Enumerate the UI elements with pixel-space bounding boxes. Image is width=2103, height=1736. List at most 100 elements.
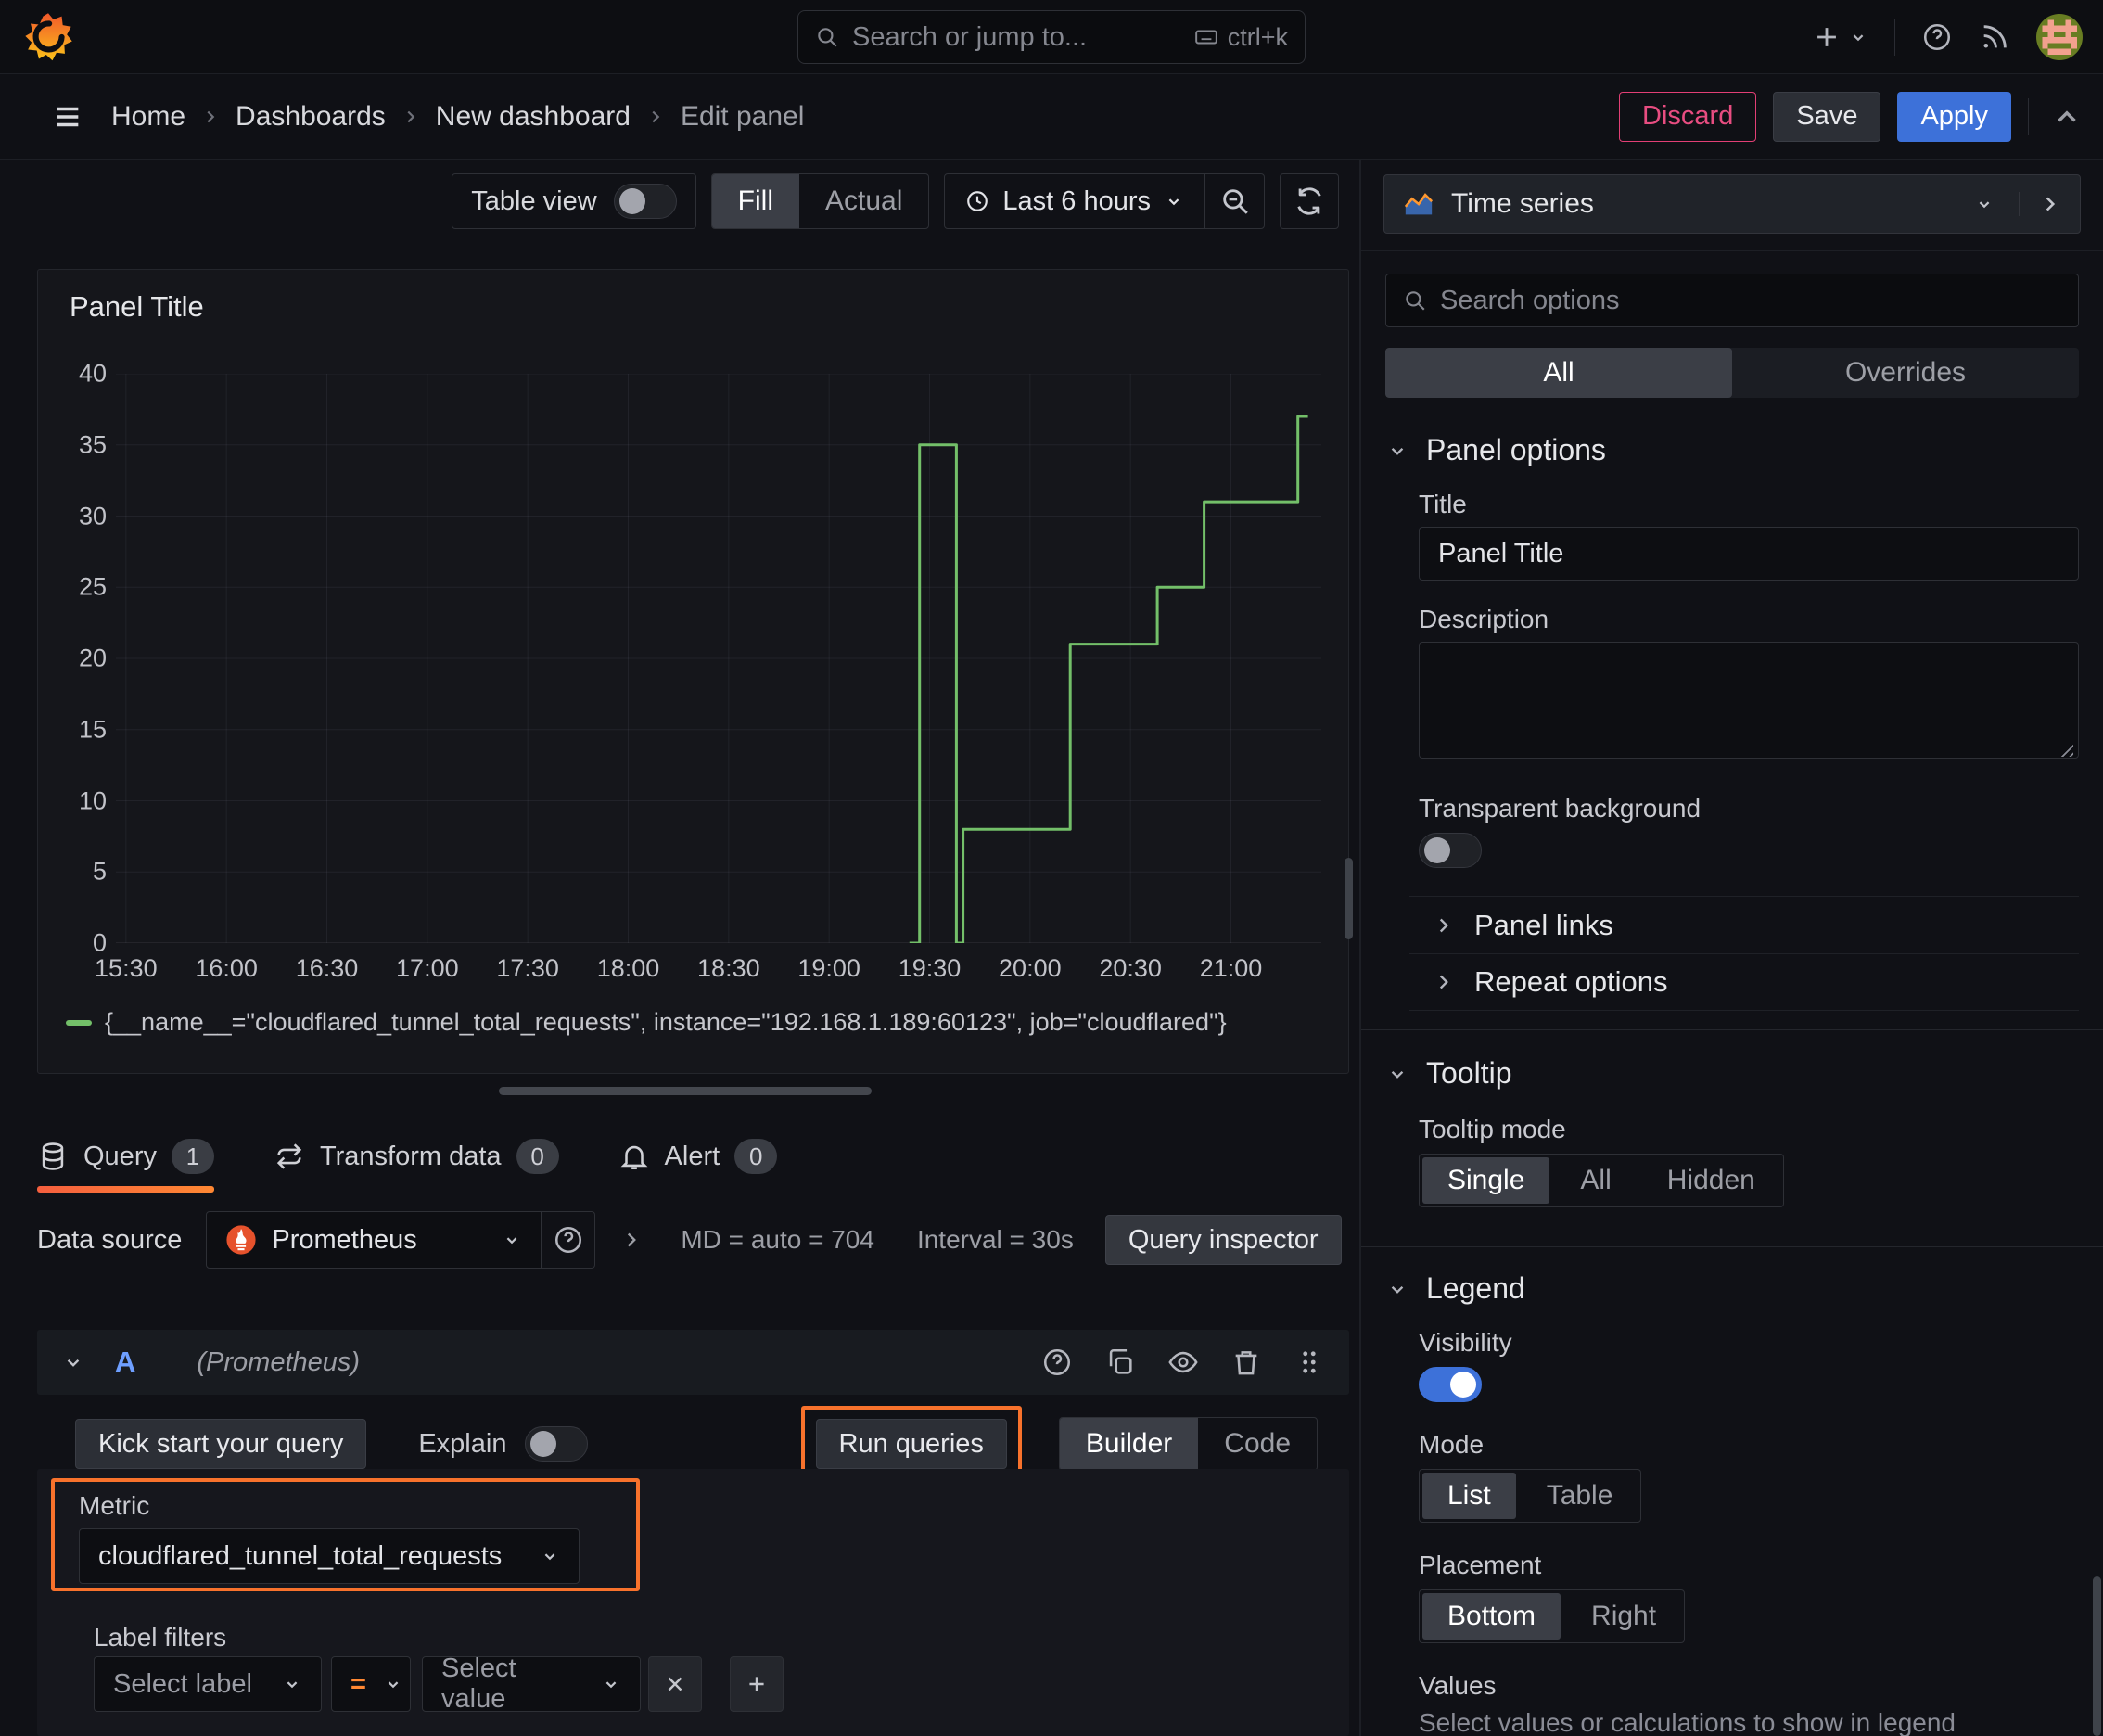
title-label: Title (1419, 490, 1467, 518)
legend-section-header[interactable]: Legend (1385, 1271, 2079, 1306)
breadcrumb-new-dashboard[interactable]: New dashboard (436, 101, 631, 133)
query-row-header[interactable]: A (Prometheus) (37, 1330, 1349, 1395)
panel-links-label: Panel links (1474, 908, 1613, 941)
panel-links-section[interactable]: Panel links (1409, 896, 2079, 953)
plot-area[interactable] (116, 374, 1321, 943)
help-icon[interactable] (1921, 21, 1953, 53)
tooltip-section-header[interactable]: Tooltip (1385, 1056, 2079, 1091)
run-queries-button[interactable]: Run queries (815, 1419, 1007, 1469)
legend-item[interactable]: {__name__="cloudflared_tunnel_total_requ… (66, 1008, 1227, 1037)
zoom-out-time-button[interactable] (1204, 174, 1264, 228)
y-tick-label: 5 (92, 857, 107, 886)
duplicate-query-icon[interactable] (1104, 1347, 1136, 1378)
legend-mode-table[interactable]: Table (1519, 1470, 1641, 1522)
divider (1894, 19, 1895, 56)
explain-label: Explain (418, 1428, 507, 1459)
delete-query-icon[interactable] (1230, 1347, 1262, 1378)
time-range-button[interactable]: Last 6 hours (945, 186, 1204, 217)
breadcrumb-separator-icon (652, 110, 660, 122)
menu-toggle-icon[interactable] (52, 101, 83, 133)
collapse-query-icon[interactable] (61, 1350, 85, 1374)
query-inspector-button[interactable]: Query inspector (1104, 1215, 1342, 1265)
query-help-icon[interactable] (1041, 1347, 1073, 1378)
discard-button[interactable]: Discard (1619, 91, 1757, 142)
actual-option[interactable]: Actual (799, 174, 928, 228)
refresh-button[interactable] (1280, 173, 1339, 229)
tab-transform-data[interactable]: Transform data 0 (274, 1124, 559, 1189)
user-avatar[interactable] (2036, 14, 2083, 60)
tooltip-mode-all[interactable]: All (1552, 1155, 1638, 1206)
editor-tabs: Query 1 Transform data 0 Alert 0 (37, 1124, 778, 1193)
viz-caret (1950, 194, 2019, 214)
save-button[interactable]: Save (1773, 91, 1881, 142)
main-scrollbar-thumb[interactable] (1345, 858, 1353, 939)
x-tick-label: 19:00 (797, 954, 860, 982)
query-ref-id: A (115, 1346, 136, 1378)
metric-select[interactable]: cloudflared_tunnel_total_requests (79, 1528, 580, 1584)
chart-canvas[interactable] (116, 374, 1321, 943)
sidebar-scrollbar-thumb[interactable] (2093, 1576, 2101, 1736)
y-tick-label: 25 (78, 572, 107, 601)
datasource-picker[interactable]: Prometheus (206, 1211, 542, 1269)
chevron-right-icon (1439, 975, 1448, 989)
add-menu-button[interactable] (1811, 21, 1868, 53)
help-circle-icon (554, 1226, 581, 1254)
add-filter-button[interactable] (730, 1656, 784, 1712)
query-stats: MD = auto = 704 Interval = 30s (681, 1225, 1073, 1255)
remove-filter-button[interactable] (648, 1656, 702, 1712)
code-option[interactable]: Code (1198, 1418, 1317, 1470)
breadcrumb: Home Dashboards New dashboard Edit panel (111, 101, 804, 133)
collapse-options-icon[interactable] (2051, 101, 2083, 133)
builder-option[interactable]: Builder (1059, 1418, 1199, 1470)
breadcrumb-edit-panel: Edit panel (680, 100, 805, 132)
tab-all-options[interactable]: All (1385, 348, 1732, 398)
drag-handle-icon[interactable] (1294, 1347, 1325, 1378)
select-label-dropdown[interactable]: Select label (94, 1656, 322, 1712)
global-search-input[interactable]: Search or jump to... ctrl+k (797, 10, 1306, 64)
tab-query[interactable]: Query 1 (37, 1124, 214, 1193)
series-line (909, 415, 1308, 943)
x-tick-label: 19:30 (898, 954, 962, 982)
select-value-dropdown[interactable]: Select value (422, 1653, 641, 1714)
breadcrumb-bar: Home Dashboards New dashboard Edit panel… (0, 74, 2103, 160)
breadcrumb-home[interactable]: Home (111, 101, 185, 133)
datasource-help-button[interactable] (542, 1211, 596, 1269)
kick-start-button[interactable]: Kick start your query (75, 1419, 367, 1469)
pane-resize-handle[interactable] (499, 1087, 872, 1095)
tab-overrides[interactable]: Overrides (1732, 348, 2079, 398)
toggle-viz-suggestions-button[interactable] (2019, 192, 2080, 216)
toggle-visibility-icon[interactable] (1167, 1347, 1199, 1378)
panel-title-input[interactable] (1419, 527, 2079, 581)
legend-mode-list[interactable]: List (1422, 1473, 1516, 1519)
tooltip-mode-single[interactable]: Single (1422, 1157, 1550, 1204)
expand-stats-icon[interactable] (619, 1228, 644, 1252)
query-row-actions (1041, 1347, 1325, 1378)
visualization-picker[interactable]: Time series (1383, 174, 2081, 234)
apply-button[interactable]: Apply (1897, 91, 2011, 142)
legend-placement-bottom[interactable]: Bottom (1422, 1593, 1561, 1640)
panel-options-section-header[interactable]: Panel options (1385, 433, 2079, 467)
builder-code-switch: Builder Code (1058, 1417, 1318, 1471)
options-search-input[interactable]: Search options (1385, 274, 2079, 327)
options-search-placeholder: Search options (1440, 285, 1620, 315)
chevron-down-icon (1391, 1070, 1404, 1079)
explain-toggle[interactable] (525, 1426, 589, 1462)
transparent-background-toggle[interactable] (1419, 833, 1482, 868)
table-view-toggle[interactable] (613, 184, 677, 219)
legend-visibility-toggle[interactable] (1419, 1367, 1482, 1402)
breadcrumb-dashboards[interactable]: Dashboards (236, 101, 386, 133)
legend-placement-right[interactable]: Right (1563, 1590, 1684, 1642)
grafana-logo-icon[interactable] (22, 11, 74, 63)
repeat-options-section[interactable]: Repeat options (1409, 953, 2079, 1011)
legend-series-color (66, 1019, 92, 1026)
time-series-viz-icon (1404, 193, 1434, 215)
options-scope-tabs: All Overrides (1385, 348, 2079, 398)
tab-alert[interactable]: Alert 0 (618, 1124, 778, 1189)
chevron-down-icon (605, 1681, 617, 1689)
news-rss-icon[interactable] (1979, 21, 2010, 53)
tooltip-mode-hidden[interactable]: Hidden (1639, 1155, 1783, 1206)
zoom-out-icon (1222, 189, 1248, 214)
fill-option[interactable]: Fill (711, 174, 799, 228)
panel-description-textarea[interactable] (1419, 642, 2079, 759)
operator-dropdown[interactable]: = (331, 1656, 411, 1712)
